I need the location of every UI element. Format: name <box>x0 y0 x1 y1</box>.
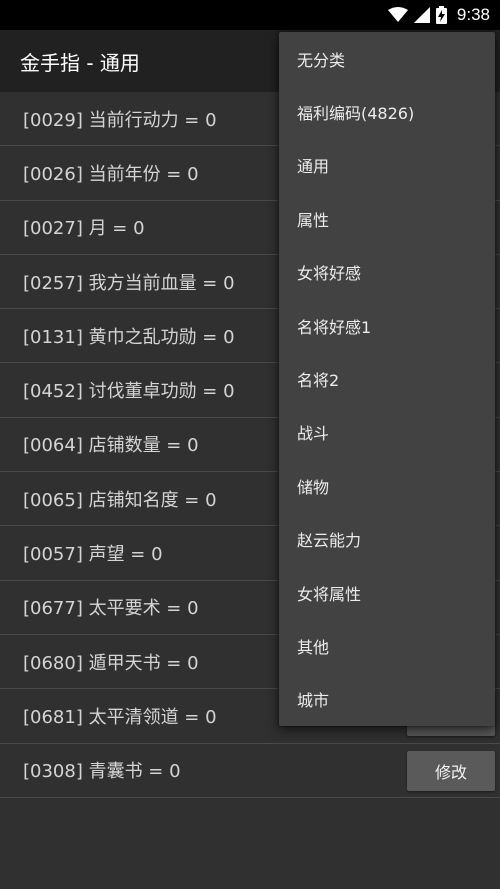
list-item-label: [0131] 黄巾之乱功勋 = 0 <box>23 326 235 348</box>
list-item-label: [0308] 青囊书 = 0 <box>23 761 181 783</box>
list-item-label: [0065] 店铺知名度 = 0 <box>23 489 217 511</box>
menu-item-female-attributes[interactable]: 女将属性 <box>279 566 495 619</box>
menu-item-uncategorized[interactable]: 无分类 <box>279 32 495 85</box>
menu-item-general[interactable]: 通用 <box>279 139 495 192</box>
list-item-label: [0680] 遁甲天书 = 0 <box>23 652 199 674</box>
page-title: 金手指 - 通用 <box>20 50 140 75</box>
menu-item-general-2[interactable]: 名将2 <box>279 352 495 405</box>
menu-item-attributes[interactable]: 属性 <box>279 192 495 245</box>
category-dropdown-menu: 无分类 福利编码(4826) 通用 属性 女将好感 名将好感1 名将2 战斗 储… <box>279 32 495 726</box>
list-item-label: [0026] 当前年份 = 0 <box>23 163 199 185</box>
status-time: 9:38 <box>456 5 490 24</box>
cell-signal-icon <box>413 7 430 23</box>
menu-item-battle[interactable]: 战斗 <box>279 406 495 459</box>
list-item-label: [0057] 声望 = 0 <box>23 544 163 566</box>
list-item-label: [0029] 当前行动力 = 0 <box>23 109 217 131</box>
menu-item-zhao-yun-ability[interactable]: 赵云能力 <box>279 513 495 566</box>
list-item[interactable]: [0308] 青囊书 = 0 修改 <box>0 744 500 798</box>
list-item-label: [0257] 我方当前血量 = 0 <box>23 272 235 294</box>
menu-item-city[interactable]: 城市 <box>279 673 495 726</box>
list-item-label: [0681] 太平清领道 = 0 <box>23 706 217 728</box>
menu-item-storage[interactable]: 储物 <box>279 459 495 512</box>
modify-button[interactable]: 修改 <box>407 750 495 791</box>
wifi-icon <box>387 7 408 23</box>
list-item-label: [0027] 月 = 0 <box>23 218 145 240</box>
list-item-label: [0064] 店铺数量 = 0 <box>23 435 199 457</box>
menu-item-female-affinity[interactable]: 女将好感 <box>279 246 495 299</box>
menu-item-welfare-code[interactable]: 福利编码(4826) <box>279 85 495 138</box>
battery-charging-icon <box>435 6 447 24</box>
status-bar: 9:38 <box>0 0 500 30</box>
menu-item-other[interactable]: 其他 <box>279 619 495 672</box>
menu-item-general-affinity-1[interactable]: 名将好感1 <box>279 299 495 352</box>
list-item-label: [0452] 讨伐董卓功勋 = 0 <box>23 381 235 403</box>
list-item-label: [0677] 太平要术 = 0 <box>23 598 199 620</box>
